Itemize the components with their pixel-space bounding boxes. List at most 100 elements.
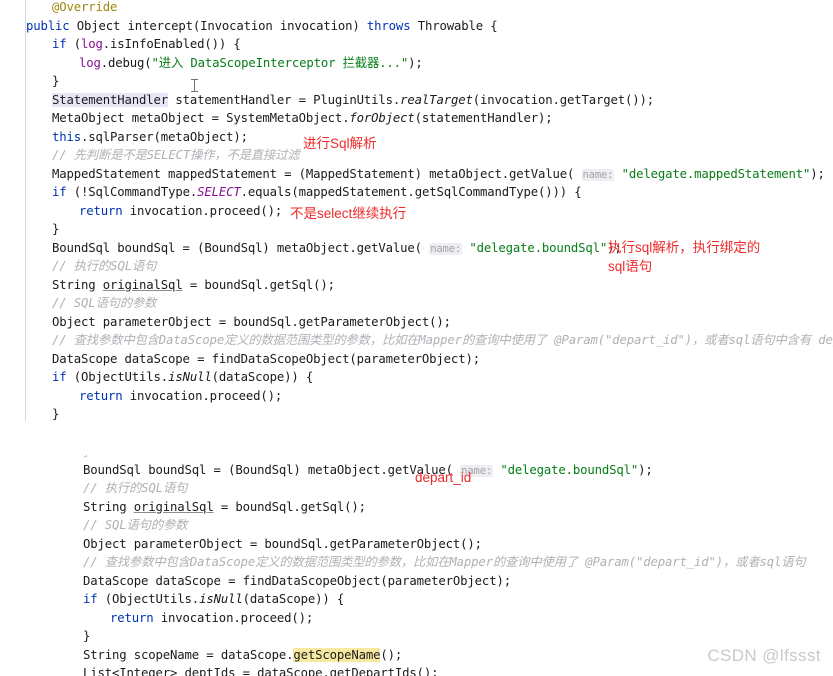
line-comment-select-check[interactable]: // 先判断是不是SELECT操作，不是直接过滤 bbox=[0, 146, 833, 165]
token: ); bbox=[638, 462, 653, 477]
token: (); bbox=[380, 647, 403, 662]
line-method-signature[interactable]: public Object intercept(Invocation invoc… bbox=[0, 17, 833, 36]
annot-exec-sql-2: sql语句 bbox=[608, 259, 653, 274]
annot-depart-id: depart_id bbox=[415, 470, 472, 485]
line-if-isinfoenabled[interactable]: if (log.isInfoEnabled()) { bbox=[0, 35, 833, 54]
token: "delegate.mappedStatement" bbox=[621, 166, 811, 181]
token: invocation.proceed(); bbox=[122, 203, 283, 218]
line-originalsql-2[interactable]: String originalSql = boundSql.getSql(); bbox=[0, 498, 833, 517]
token: if bbox=[83, 592, 98, 606]
line-partial-brace[interactable]: ¸ bbox=[0, 442, 833, 461]
token: (ObjectUtils. bbox=[66, 370, 169, 384]
line-parameterobject-2[interactable]: Object parameterObject = boundSql.getPar… bbox=[0, 535, 833, 554]
token: (dataScope)) { bbox=[211, 370, 314, 384]
line-statementhandler[interactable]: StatementHandler statementHandler = Plug… bbox=[0, 91, 833, 110]
token: ); bbox=[810, 166, 825, 181]
token: originalSql bbox=[102, 277, 183, 292]
annot-not-select: 不是select继续执行 bbox=[290, 206, 407, 221]
token: } bbox=[52, 222, 60, 236]
token: StatementHandler bbox=[52, 92, 169, 107]
token: // 查找参数中包含DataScope定义的数据范围类型的参数，比如在Mappe… bbox=[52, 333, 833, 347]
line-if-sqlcommandtype[interactable]: if (!SqlCommandType.SELECT.equals(mapped… bbox=[0, 183, 833, 202]
token: invocation.proceed(); bbox=[153, 610, 314, 625]
token: log bbox=[81, 37, 103, 51]
token: name: bbox=[429, 242, 463, 255]
token: @Override bbox=[52, 0, 118, 14]
token: (ObjectUtils. bbox=[97, 592, 200, 606]
line-originalsql-1[interactable]: String originalSql = boundSql.getSql(); bbox=[0, 276, 833, 295]
line-if-isnull-2[interactable]: if (ObjectUtils.isNull(dataScope)) { bbox=[0, 590, 833, 609]
line-return-proceed-1[interactable]: return invocation.proceed(); bbox=[0, 202, 833, 221]
token: // 执行的SQL语句 bbox=[52, 259, 157, 273]
annot-exec-sql-1: 执行sql解析，执行绑定的 bbox=[608, 240, 761, 255]
token: throws bbox=[366, 18, 411, 33]
line-close-if-4[interactable]: } bbox=[0, 627, 833, 646]
token: = boundSql.getSql(); bbox=[182, 277, 335, 292]
token: getScopeName bbox=[293, 647, 381, 662]
token: Object parameterObject = boundSql.getPar… bbox=[83, 536, 482, 551]
token: .sqlParser(metaObject); bbox=[81, 129, 248, 144]
line-comment-sql-params-1[interactable]: // SQL语句的参数 bbox=[0, 294, 833, 313]
token: name: bbox=[581, 168, 615, 181]
line-return-proceed-3[interactable]: return invocation.proceed(); bbox=[0, 609, 833, 628]
line-close-if-2[interactable]: } bbox=[0, 220, 833, 239]
line-close-if-1[interactable]: } bbox=[0, 72, 833, 91]
token: } bbox=[52, 74, 60, 88]
token: Throwable { bbox=[410, 18, 498, 33]
line-comment-datascope-2[interactable]: // 查找参数中包含DataScope定义的数据范围类型的参数，比如在Mappe… bbox=[0, 553, 833, 572]
line-mappedstatement[interactable]: MappedStatement mappedStatement = (Mappe… bbox=[0, 165, 833, 184]
token: isNull bbox=[199, 592, 243, 606]
token: if bbox=[52, 185, 67, 199]
line-comment-datascope-1[interactable]: // 查找参数中包含DataScope定义的数据范围类型的参数，比如在Mappe… bbox=[0, 331, 833, 350]
token: // SQL语句的参数 bbox=[83, 518, 188, 532]
token: ( bbox=[66, 37, 82, 51]
token: String scopeName = dataScope. bbox=[83, 647, 294, 662]
line-return-proceed-2[interactable]: return invocation.proceed(); bbox=[0, 387, 833, 406]
token: } bbox=[83, 629, 91, 643]
token: (statementHandler); bbox=[414, 111, 553, 125]
token: "delegate.boundSql" bbox=[469, 240, 608, 255]
token: realTarget bbox=[400, 92, 473, 107]
token: this bbox=[52, 129, 82, 144]
token: String bbox=[83, 499, 134, 514]
token: // SQL语句的参数 bbox=[52, 296, 157, 310]
line-comment-exec-sql-1[interactable]: // 执行的SQL语句 bbox=[0, 257, 833, 276]
token: if bbox=[52, 370, 67, 384]
token: return bbox=[110, 610, 154, 625]
token: log bbox=[79, 55, 101, 70]
token: (dataScope)) { bbox=[242, 592, 345, 606]
token: = boundSql.getSql(); bbox=[213, 499, 366, 514]
token: ); bbox=[408, 55, 423, 70]
line-datascope-2[interactable]: DataScope dataScope = findDataScopeObjec… bbox=[0, 572, 833, 591]
token: // 查找参数中包含DataScope定义的数据范围类型的参数，比如在Mappe… bbox=[83, 555, 806, 569]
token: statementHandler = PluginUtils. bbox=[168, 92, 401, 107]
token: .debug( bbox=[100, 55, 152, 70]
token: invocation.proceed(); bbox=[122, 388, 283, 403]
token: if bbox=[52, 37, 67, 51]
code-lines-container[interactable]: @Override public Object intercept(Invocat… bbox=[0, 0, 833, 676]
line-this-sqlparser[interactable]: this.sqlParser(metaObject); bbox=[0, 128, 833, 147]
token: (!SqlCommandType. bbox=[66, 185, 198, 199]
token: originalSql bbox=[133, 499, 214, 514]
line-log-debug[interactable]: log.debug("进入 DataScopeInterceptor 拦截器..… bbox=[0, 54, 833, 73]
line-close-if-3[interactable]: } bbox=[0, 405, 833, 424]
line-if-isnull-1[interactable]: if (ObjectUtils.isNull(dataScope)) { bbox=[0, 368, 833, 387]
annot-sql-parse: 进行Sql解析 bbox=[303, 136, 377, 151]
token: return bbox=[79, 388, 123, 403]
watermark-text: CSDN @lfssst bbox=[707, 646, 821, 665]
line-blank-gap[interactable] bbox=[0, 424, 833, 443]
token: .equals(mappedStatement.getSqlCommandTyp… bbox=[240, 185, 582, 199]
token: // 先判断是不是SELECT操作，不是直接过滤 bbox=[52, 148, 300, 162]
line-metaobject[interactable]: MetaObject metaObject = SystemMetaObject… bbox=[0, 109, 833, 128]
line-parameterobject-1[interactable]: Object parameterObject = boundSql.getPar… bbox=[0, 313, 833, 332]
line-datascope-1[interactable]: DataScope dataScope = findDataScopeObjec… bbox=[0, 350, 833, 369]
token: SELECT bbox=[197, 185, 241, 199]
line-override[interactable]: @Override bbox=[0, 0, 833, 17]
token: (invocation.getTarget()); bbox=[472, 92, 655, 107]
code-editor[interactable]: @Override public Object intercept(Invocat… bbox=[0, 0, 833, 676]
line-comment-sql-params-2[interactable]: // SQL语句的参数 bbox=[0, 516, 833, 535]
token: MetaObject metaObject = SystemMetaObject… bbox=[52, 111, 350, 125]
token: forObject bbox=[349, 111, 415, 125]
token: public bbox=[26, 18, 70, 33]
